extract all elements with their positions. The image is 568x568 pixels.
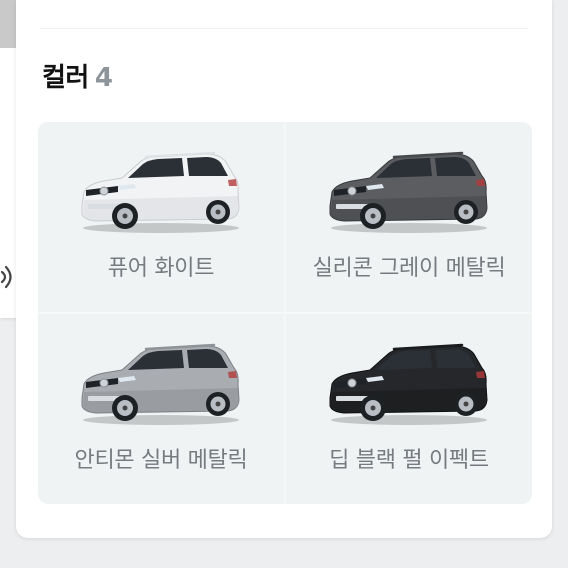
color-option-silicon-gray[interactable]: 실리콘 그레이 메탈릭 [286, 122, 532, 312]
color-options-card: 컬러 4 퓨어 화이트 실리콘 그레이 메탈릭 안티몬 실버 메탈릭 딥 블랙 … [16, 0, 552, 538]
color-option-antimony-silver[interactable]: 안티몬 실버 메탈릭 [38, 314, 284, 504]
color-option-pure-white[interactable]: 퓨어 화이트 [38, 122, 284, 312]
car-thumbnail [81, 151, 240, 233]
color-option-deep-black-pearl[interactable]: 딥 블랙 펄 이펙트 [286, 314, 532, 504]
color-option-label: 실리콘 그레이 메탈릭 [312, 256, 506, 281]
section-title: 컬러 4 [42, 60, 113, 96]
divider [40, 28, 528, 29]
car-thumbnail [329, 343, 488, 425]
car-thumbnail [329, 151, 488, 233]
color-option-label: 딥 블랙 펄 이펙트 [329, 448, 489, 473]
color-count: 4 [94, 63, 113, 93]
color-option-label: 안티몬 실버 메탈릭 [74, 448, 248, 473]
section-title-label: 컬러 [42, 63, 89, 93]
color-grid: 퓨어 화이트 실리콘 그레이 메탈릭 안티몬 실버 메탈릭 딥 블랙 펄 이펙트 [38, 122, 532, 504]
color-option-label: 퓨어 화이트 [107, 256, 215, 281]
car-thumbnail [81, 343, 240, 425]
